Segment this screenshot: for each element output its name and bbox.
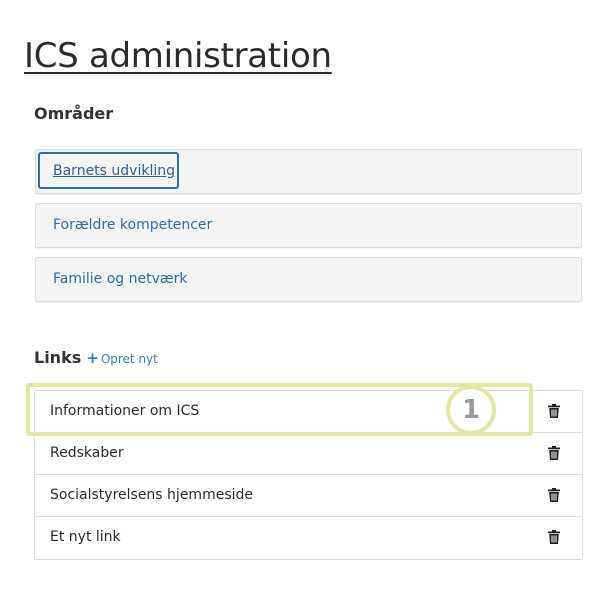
trash-icon[interactable] xyxy=(548,446,560,460)
link-row: Socialstyrelsens hjemmeside xyxy=(35,475,582,517)
trash-icon[interactable] xyxy=(548,488,560,502)
link-row: Redskaber xyxy=(35,433,582,475)
area-item-foraeldre-kompetencer[interactable]: Forældre kompetencer xyxy=(35,203,582,248)
link-label[interactable]: Socialstyrelsens hjemmeside xyxy=(50,487,253,503)
step-number-badge: 1 xyxy=(446,385,496,435)
links-heading: Links xyxy=(34,348,82,367)
area-link-label[interactable]: Barnets udvikling xyxy=(53,163,175,179)
link-label[interactable]: Et nyt link xyxy=(50,529,121,545)
plus-icon: + xyxy=(86,349,99,367)
areas-heading: Områder xyxy=(34,104,114,123)
trash-icon[interactable] xyxy=(548,530,560,544)
links-heading-row: Links + Opret nyt xyxy=(34,348,158,367)
trash-icon[interactable] xyxy=(548,404,560,418)
links-list: Informationer om ICS Redskaber Socialsty… xyxy=(34,390,583,560)
area-link-label[interactable]: Forældre kompetencer xyxy=(53,217,212,233)
area-item-barnets-udvikling[interactable]: Barnets udvikling xyxy=(35,149,582,194)
page-title: ICS administration xyxy=(24,36,332,76)
link-label[interactable]: Redskaber xyxy=(50,445,124,461)
link-row: Informationer om ICS xyxy=(35,391,582,433)
link-label[interactable]: Informationer om ICS xyxy=(50,403,199,419)
create-new-link-button[interactable]: + Opret nyt xyxy=(86,349,158,367)
area-link-label[interactable]: Familie og netværk xyxy=(53,271,188,287)
link-row: Et nyt link xyxy=(35,517,582,559)
create-new-label: Opret nyt xyxy=(100,352,158,366)
step-number: 1 xyxy=(461,395,481,425)
area-item-familie-og-netvaerk[interactable]: Familie og netværk xyxy=(35,257,582,302)
